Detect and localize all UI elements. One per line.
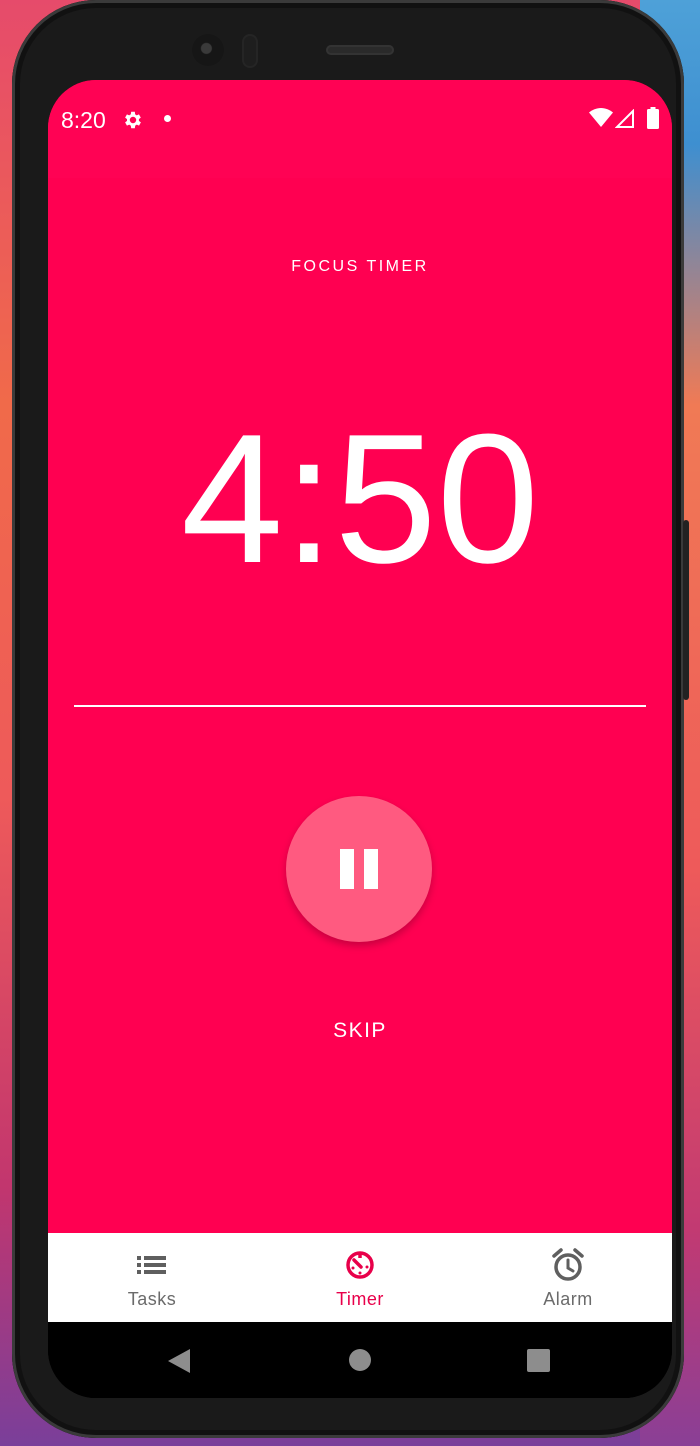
notification-dot-icon <box>164 115 171 122</box>
front-camera <box>192 34 224 66</box>
system-navigation-bar <box>48 1322 672 1398</box>
earpiece-speaker <box>326 45 394 55</box>
recents-icon[interactable] <box>527 1349 550 1372</box>
proximity-sensor <box>242 34 258 68</box>
home-icon[interactable] <box>349 1349 371 1371</box>
nav-item-timer[interactable]: Timer <box>256 1233 464 1322</box>
status-bar: 8:20 <box>48 80 672 178</box>
timer-screen: 8:20 FOCUS TIMER 4:50 SKIP <box>48 80 672 1233</box>
pause-icon <box>340 849 354 889</box>
timer-label: FOCUS TIMER <box>291 258 429 275</box>
pause-button[interactable] <box>286 796 432 942</box>
gear-icon <box>125 111 141 129</box>
skip-button[interactable]: SKIP <box>310 1013 410 1049</box>
signal-icon <box>615 109 634 128</box>
phone-frame: 8:20 FOCUS TIMER 4:50 SKIP Tasks Timer A… <box>12 0 684 1438</box>
pause-icon-bar <box>364 849 378 889</box>
bottom-navigation: Tasks Timer Alarm <box>48 1233 672 1322</box>
nav-label-tasks: Tasks <box>127 1289 177 1309</box>
nav-item-tasks[interactable]: Tasks <box>48 1233 256 1322</box>
battery-icon <box>647 107 659 129</box>
alarm-clock-icon <box>552 1248 584 1281</box>
timer-icon <box>346 1251 374 1279</box>
wifi-icon <box>589 108 613 127</box>
status-time: 8:20 <box>61 107 106 133</box>
nav-item-alarm[interactable]: Alarm <box>464 1233 672 1322</box>
list-icon <box>137 1256 166 1274</box>
divider <box>74 705 646 707</box>
power-button <box>683 520 689 700</box>
screen: 8:20 FOCUS TIMER 4:50 SKIP Tasks Timer A… <box>48 80 672 1398</box>
back-icon[interactable] <box>166 1348 192 1374</box>
nav-label-timer: Timer <box>336 1289 384 1309</box>
nav-label-alarm: Alarm <box>543 1289 593 1309</box>
time-remaining: 4:50 <box>180 395 540 601</box>
